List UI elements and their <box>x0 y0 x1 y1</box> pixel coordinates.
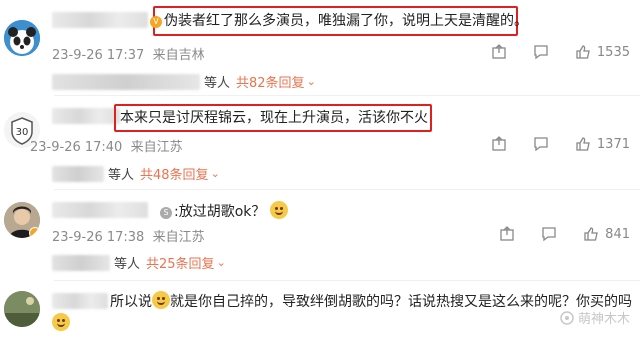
like-button[interactable]: 1371 <box>575 136 630 152</box>
actions-bar: 1535 <box>491 44 630 60</box>
username-blurred[interactable] <box>52 108 120 124</box>
like-icon <box>576 137 590 151</box>
reply-summary[interactable]: 等人 共82条回复 ⌄ <box>52 72 316 91</box>
vip-icon: S <box>160 207 172 219</box>
reply-who: 等人 <box>114 257 141 272</box>
share-icon <box>500 226 514 241</box>
comment-text: S:放过胡歌ok？ <box>160 201 288 221</box>
share-icon <box>492 44 506 59</box>
watermark-text: 萌神木木 <box>577 312 630 327</box>
like-count: 1371 <box>596 136 630 152</box>
avatar[interactable] <box>4 20 40 56</box>
comment-text: V 伪装者红了那么多演员，唯独漏了你，说明上天是清醒的。 <box>150 12 528 30</box>
username-blurred[interactable] <box>52 202 148 218</box>
chevron-down-icon: ⌄ <box>210 167 220 180</box>
reply-summary[interactable]: 等人 共25条回复 ⌄ <box>52 253 226 272</box>
avatar[interactable] <box>4 291 40 327</box>
like-button[interactable]: 841 <box>583 226 630 242</box>
username-blurred[interactable] <box>52 12 148 28</box>
comment-button[interactable] <box>533 44 549 60</box>
comment-icon <box>534 137 548 152</box>
reply-count-link[interactable]: 共48条回复 <box>140 164 209 183</box>
like-button[interactable]: 1535 <box>575 44 630 60</box>
timestamp: 23-9-26 17:38 <box>52 230 145 245</box>
share-button[interactable] <box>491 44 507 60</box>
share-icon <box>492 136 506 151</box>
share-button[interactable] <box>499 226 515 242</box>
reply-who: 等人 <box>108 168 135 183</box>
vip-icon: V <box>150 16 162 28</box>
comment-button[interactable] <box>541 226 557 242</box>
location: 来自江苏 <box>130 140 183 155</box>
comment-text: 本来只是讨厌程锦云，现在上升演员，活该你不火 <box>120 110 428 126</box>
verified-badge-icon <box>29 227 40 238</box>
actions-bar: 1371 <box>491 136 630 152</box>
reply-summary[interactable]: 等人 共48条回复 ⌄ <box>52 164 220 183</box>
share-button[interactable] <box>491 136 507 152</box>
laughing-emoji-icon <box>152 291 170 309</box>
chevron-down-icon: ⌄ <box>216 256 226 269</box>
comment-4: 所以说 就是你自己捽的，导致绊倒胡歌的吗？话说热搜又是这么来的呢？你买的吗 萌神木… <box>0 281 640 341</box>
comment-3: S:放过胡歌ok？ 23-9-26 17:38 来自江苏 841 等人 共25条… <box>0 190 640 280</box>
like-count: 1535 <box>596 44 630 60</box>
location: 来自吉林 <box>152 48 205 63</box>
comment-icon <box>534 45 548 60</box>
username-blurred[interactable] <box>52 293 108 309</box>
panda-avatar-icon <box>4 20 40 56</box>
timestamp: 23-9-26 17:37 <box>52 48 145 63</box>
landscape-avatar-icon <box>4 291 40 327</box>
timestamp: 23-9-26 17:40 <box>30 140 123 155</box>
watermark-logo-icon <box>560 310 574 325</box>
avatar[interactable] <box>4 202 40 238</box>
reply-users-blurred <box>52 73 200 90</box>
like-count: 841 <box>605 226 630 242</box>
reply-count-link[interactable]: 共25条回复 <box>146 253 215 272</box>
comment-meta: 23-9-26 17:40 来自江苏 <box>30 136 183 155</box>
comment-2: 30 本来只是讨厌程锦云，现在上升演员，活该你不火 23-9-26 17:40 … <box>0 96 640 188</box>
laughing-emoji-icon <box>52 313 70 332</box>
comment-1: V 伪装者红了那么多演员，唯独漏了你，说明上天是清醒的。 23-9-26 17:3… <box>0 0 640 92</box>
reply-count-link[interactable]: 共82条回复 <box>236 72 305 91</box>
avatar-badge-text: 30 <box>16 127 29 138</box>
watermark: 萌神木木 <box>560 308 630 327</box>
chevron-down-icon: ⌄ <box>306 75 316 88</box>
comment-meta: 23-9-26 17:37 来自吉林 <box>52 44 205 63</box>
reply-who: 等人 <box>204 76 231 91</box>
like-icon <box>576 45 590 59</box>
location: 来自江苏 <box>152 230 205 245</box>
comment-text: 所以说 就是你自己捽的，导致绊倒胡歌的吗？话说热搜又是这么来的呢？你买的吗 <box>110 291 632 311</box>
comment-button[interactable] <box>533 136 549 152</box>
reply-users-blurred <box>52 165 104 182</box>
smile-emoji-icon <box>269 201 288 219</box>
comment-meta: 23-9-26 17:38 来自江苏 <box>52 226 205 245</box>
reply-users-blurred <box>52 254 110 271</box>
actions-bar: 841 <box>499 226 630 242</box>
like-icon <box>584 227 598 241</box>
comment-icon <box>542 227 556 242</box>
